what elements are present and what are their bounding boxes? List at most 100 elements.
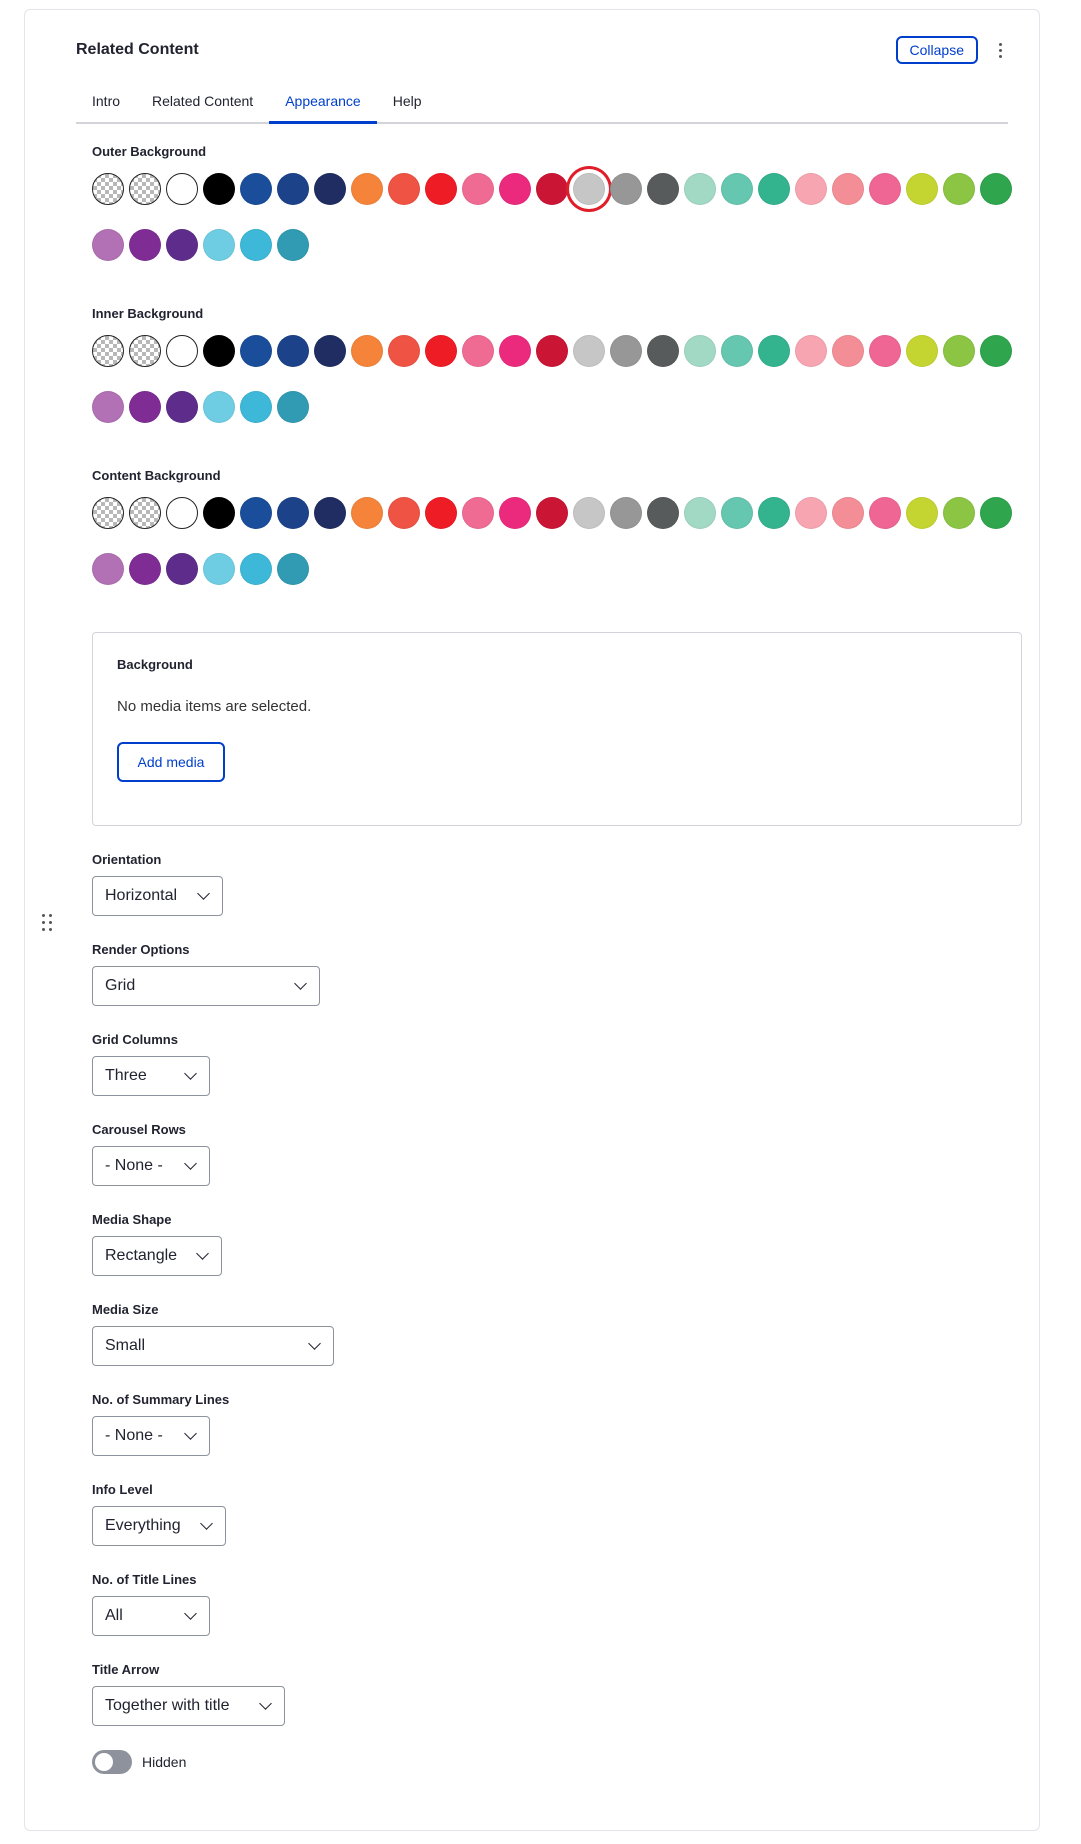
color-swatch[interactable] xyxy=(425,497,457,529)
media-shape-select[interactable]: Rectangle xyxy=(92,1236,222,1276)
tab-intro[interactable]: Intro xyxy=(76,80,136,124)
color-swatch[interactable] xyxy=(758,497,790,529)
color-swatch[interactable] xyxy=(203,497,235,529)
color-swatch[interactable] xyxy=(314,335,346,367)
color-swatch[interactable] xyxy=(240,229,272,261)
color-swatch[interactable] xyxy=(240,553,272,585)
color-swatch[interactable] xyxy=(166,229,198,261)
tab-appearance[interactable]: Appearance xyxy=(269,80,377,124)
color-swatch[interactable] xyxy=(536,173,568,205)
color-swatch[interactable] xyxy=(92,173,124,205)
more-actions-icon[interactable] xyxy=(992,38,1008,62)
color-swatch[interactable] xyxy=(758,335,790,367)
color-swatch[interactable] xyxy=(980,173,1012,205)
color-swatch[interactable] xyxy=(462,335,494,367)
color-swatch[interactable] xyxy=(499,335,531,367)
color-swatch[interactable] xyxy=(92,553,124,585)
color-swatch[interactable] xyxy=(425,173,457,205)
render-options-select[interactable]: Grid xyxy=(92,966,320,1006)
color-swatch[interactable] xyxy=(573,173,605,205)
color-swatch[interactable] xyxy=(684,497,716,529)
color-swatch[interactable] xyxy=(203,391,235,423)
color-swatch[interactable] xyxy=(240,391,272,423)
color-swatch[interactable] xyxy=(166,335,198,367)
color-swatch[interactable] xyxy=(499,497,531,529)
color-swatch[interactable] xyxy=(277,335,309,367)
color-swatch[interactable] xyxy=(203,553,235,585)
color-swatch[interactable] xyxy=(277,553,309,585)
color-swatch[interactable] xyxy=(166,391,198,423)
collapse-button[interactable]: Collapse xyxy=(895,36,978,64)
color-swatch[interactable] xyxy=(943,335,975,367)
color-swatch[interactable] xyxy=(980,335,1012,367)
orientation-select[interactable]: Horizontal xyxy=(92,876,223,916)
color-swatch[interactable] xyxy=(499,173,531,205)
color-swatch[interactable] xyxy=(92,335,124,367)
color-swatch[interactable] xyxy=(906,335,938,367)
color-swatch[interactable] xyxy=(573,335,605,367)
summary-lines-select[interactable]: - None - xyxy=(92,1416,210,1456)
color-swatch[interactable] xyxy=(240,335,272,367)
color-swatch[interactable] xyxy=(203,173,235,205)
color-swatch[interactable] xyxy=(610,497,642,529)
color-swatch[interactable] xyxy=(388,497,420,529)
color-swatch[interactable] xyxy=(129,391,161,423)
color-swatch[interactable] xyxy=(721,497,753,529)
media-size-select[interactable]: Small xyxy=(92,1326,334,1366)
color-swatch[interactable] xyxy=(610,335,642,367)
color-swatch[interactable] xyxy=(277,229,309,261)
title-arrow-select[interactable]: Together with title xyxy=(92,1686,285,1726)
color-swatch[interactable] xyxy=(388,173,420,205)
color-swatch[interactable] xyxy=(203,335,235,367)
color-swatch[interactable] xyxy=(721,173,753,205)
color-swatch[interactable] xyxy=(906,173,938,205)
color-swatch[interactable] xyxy=(388,335,420,367)
color-swatch[interactable] xyxy=(351,497,383,529)
color-swatch[interactable] xyxy=(462,497,494,529)
carousel-rows-select[interactable]: - None - xyxy=(92,1146,210,1186)
color-swatch[interactable] xyxy=(166,553,198,585)
color-swatch[interactable] xyxy=(129,497,161,529)
color-swatch[interactable] xyxy=(795,173,827,205)
color-swatch[interactable] xyxy=(647,173,679,205)
color-swatch[interactable] xyxy=(129,173,161,205)
color-swatch[interactable] xyxy=(129,335,161,367)
color-swatch[interactable] xyxy=(832,335,864,367)
color-swatch[interactable] xyxy=(240,497,272,529)
color-swatch[interactable] xyxy=(758,173,790,205)
color-swatch[interactable] xyxy=(610,173,642,205)
color-swatch[interactable] xyxy=(166,497,198,529)
color-swatch[interactable] xyxy=(980,497,1012,529)
color-swatch[interactable] xyxy=(129,229,161,261)
color-swatch[interactable] xyxy=(832,497,864,529)
color-swatch[interactable] xyxy=(647,335,679,367)
color-swatch[interactable] xyxy=(92,391,124,423)
color-swatch[interactable] xyxy=(832,173,864,205)
color-swatch[interactable] xyxy=(129,553,161,585)
color-swatch[interactable] xyxy=(795,335,827,367)
color-swatch[interactable] xyxy=(573,497,605,529)
info-level-select[interactable]: Everything xyxy=(92,1506,226,1546)
color-swatch[interactable] xyxy=(92,497,124,529)
color-swatch[interactable] xyxy=(869,173,901,205)
color-swatch[interactable] xyxy=(536,497,568,529)
grid-columns-select[interactable]: Three xyxy=(92,1056,210,1096)
color-swatch[interactable] xyxy=(351,173,383,205)
color-swatch[interactable] xyxy=(943,173,975,205)
color-swatch[interactable] xyxy=(203,229,235,261)
add-media-button[interactable]: Add media xyxy=(117,742,225,782)
color-swatch[interactable] xyxy=(943,497,975,529)
color-swatch[interactable] xyxy=(425,335,457,367)
color-swatch[interactable] xyxy=(277,497,309,529)
color-swatch[interactable] xyxy=(684,335,716,367)
hidden-toggle[interactable] xyxy=(92,1750,132,1774)
color-swatch[interactable] xyxy=(277,391,309,423)
tab-help[interactable]: Help xyxy=(377,80,438,124)
color-swatch[interactable] xyxy=(721,335,753,367)
color-swatch[interactable] xyxy=(92,229,124,261)
color-swatch[interactable] xyxy=(906,497,938,529)
title-lines-select[interactable]: All xyxy=(92,1596,210,1636)
color-swatch[interactable] xyxy=(795,497,827,529)
color-swatch[interactable] xyxy=(869,335,901,367)
color-swatch[interactable] xyxy=(869,497,901,529)
